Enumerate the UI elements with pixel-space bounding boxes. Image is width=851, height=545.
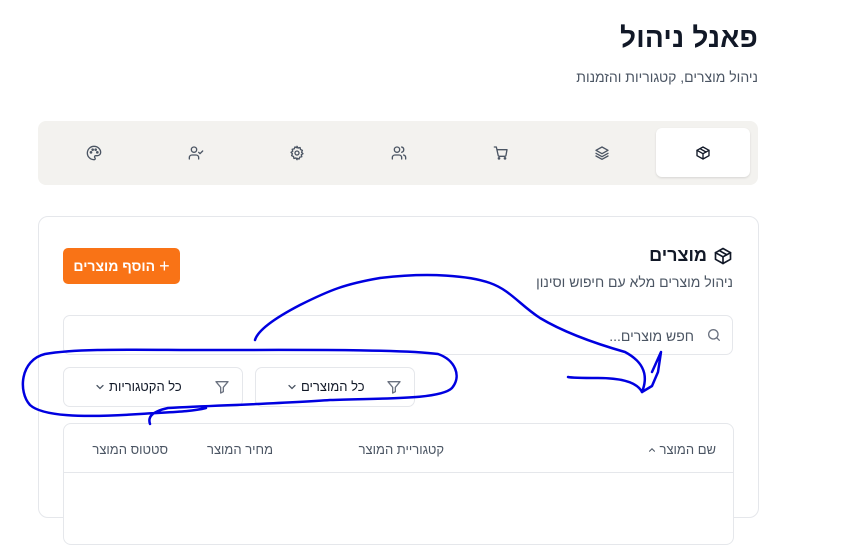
add-product-button[interactable]: + הוסף מוצרים xyxy=(63,248,180,284)
package-icon xyxy=(696,145,710,160)
search-input[interactable] xyxy=(92,316,696,356)
products-filter-value: כל המוצרים xyxy=(286,379,365,394)
filter-icon xyxy=(215,381,229,394)
column-header-price: מחיר המוצר xyxy=(207,442,273,457)
palette-icon xyxy=(86,145,102,160)
products-filter-label: כל המוצרים xyxy=(301,379,365,394)
plus-icon: + xyxy=(159,256,170,276)
chevron-up-icon xyxy=(648,447,655,452)
tab-products[interactable] xyxy=(656,128,750,177)
users-icon xyxy=(391,145,407,160)
column-name-label: שם המוצר xyxy=(659,442,717,457)
filter-icon xyxy=(387,381,401,394)
search-box xyxy=(63,315,733,356)
products-header: מוצרים xyxy=(649,245,733,266)
products-title: מוצרים xyxy=(649,245,707,265)
page-subtitle: ניהול מוצרים, קטגוריות והזמנות xyxy=(576,69,758,85)
chevron-down-icon xyxy=(96,384,104,389)
column-header-name[interactable]: שם המוצר xyxy=(647,442,717,457)
tab-bar xyxy=(38,121,758,185)
tab-orders[interactable] xyxy=(454,128,548,177)
add-product-label: הוסף מוצרים xyxy=(73,258,156,274)
categories-filter-select[interactable]: כל הקטגוריות xyxy=(63,367,243,407)
tab-appearance[interactable] xyxy=(47,128,141,177)
user-check-icon xyxy=(188,145,204,160)
categories-filter-value: כל הקטגוריות xyxy=(94,379,182,394)
tab-user-management[interactable] xyxy=(149,128,243,177)
chevron-down-icon xyxy=(288,384,296,389)
page-title: פאנל ניהול xyxy=(620,22,758,53)
cart-icon xyxy=(493,145,508,160)
tab-categories[interactable] xyxy=(555,128,649,177)
package-icon xyxy=(714,247,732,264)
gear-icon xyxy=(290,145,304,160)
search-icon xyxy=(708,329,720,341)
tab-users[interactable] xyxy=(352,128,446,177)
products-card: מוצרים ניהול מוצרים מלא עם חיפוש וסינון … xyxy=(38,216,759,545)
column-header-status: סטטוס המוצר xyxy=(92,442,168,457)
table-divider xyxy=(64,472,733,473)
categories-filter-label: כל הקטגוריות xyxy=(109,379,182,394)
products-subtitle: ניהול מוצרים מלא עם חיפוש וסינון xyxy=(536,274,733,290)
column-header-category: קטגוריית המוצר xyxy=(358,442,444,457)
products-filter-select[interactable]: כל המוצרים xyxy=(255,367,415,407)
layers-icon xyxy=(595,145,609,160)
products-table: שם המוצר קטגוריית המוצר מחיר המוצר סטטוס… xyxy=(63,423,734,545)
tab-settings[interactable] xyxy=(250,128,344,177)
